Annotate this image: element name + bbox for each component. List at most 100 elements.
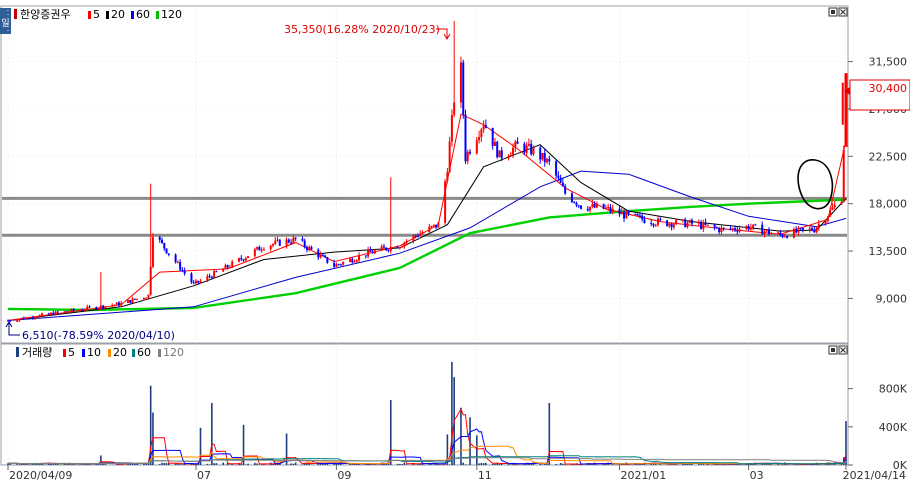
volume-bar	[465, 464, 467, 465]
volume-bar	[163, 463, 165, 465]
candle-body	[16, 321, 18, 322]
candle-body	[365, 255, 367, 256]
ma60-legend-swatch	[131, 11, 134, 19]
vol-ma5-legend-swatch	[63, 349, 66, 357]
candle-body	[354, 262, 356, 263]
candle-body	[739, 229, 741, 232]
candle-body	[628, 211, 630, 214]
candle-body	[752, 224, 754, 227]
candle-body	[705, 222, 707, 225]
candle-body	[286, 240, 288, 246]
candle-body	[605, 208, 607, 209]
chart-canvas: 일 한양증권우 5 20 60 120 거래량 5 10 20 60	[0, 0, 910, 483]
candle-body	[406, 241, 408, 243]
candle-body	[548, 159, 550, 161]
candle-body	[23, 318, 25, 319]
volume-bar	[499, 464, 501, 465]
volume-bar	[596, 464, 598, 465]
candle-body	[322, 255, 324, 256]
candle-body	[707, 225, 709, 226]
candle-body	[385, 248, 387, 251]
candle-body	[177, 262, 179, 263]
candle-body	[786, 236, 788, 237]
candle-body	[163, 243, 165, 249]
candle-body	[279, 240, 281, 246]
volume-bar	[700, 464, 702, 465]
candle-body	[100, 306, 102, 309]
candle-body	[736, 230, 738, 231]
candle-body	[777, 233, 779, 234]
candle-body	[70, 309, 72, 312]
ma5-legend-label: 5	[93, 8, 100, 21]
candle-body	[684, 219, 686, 227]
candle-body	[451, 115, 453, 142]
x-axis-label: 2021/04/14	[843, 469, 906, 482]
candle-body	[528, 144, 530, 146]
volume-bar	[399, 464, 401, 465]
candle-body	[209, 276, 211, 277]
volume-bar	[397, 464, 399, 465]
candle-body	[68, 312, 70, 313]
candle-body	[73, 309, 75, 311]
candle-body	[754, 224, 756, 225]
candle-body	[539, 147, 541, 159]
candle-body	[79, 310, 81, 311]
candle-body	[145, 298, 147, 299]
last-price-value: 30,400	[869, 82, 908, 95]
volume-bar	[66, 464, 68, 465]
candle-body	[401, 246, 403, 247]
candle-body	[555, 161, 557, 175]
volume-bar	[254, 463, 256, 465]
candle-body	[39, 315, 41, 317]
candle-body	[779, 233, 781, 235]
candle-body	[102, 306, 104, 309]
candle-body	[374, 250, 376, 253]
candle-body	[86, 307, 88, 310]
candle-body	[50, 313, 52, 314]
candle-body	[700, 223, 702, 229]
candle-body	[800, 228, 802, 229]
candle-body	[168, 253, 170, 254]
candle-body	[573, 202, 575, 203]
candle-body	[428, 227, 430, 232]
candle-body	[831, 207, 833, 210]
candle-body	[691, 220, 693, 224]
candle-body	[349, 259, 351, 262]
volume-bar	[295, 462, 297, 465]
candle-body	[840, 202, 842, 205]
candle-body	[25, 317, 27, 319]
volume-bar	[542, 464, 544, 465]
period-side-tab-label: 일	[1, 18, 9, 29]
candle-body	[668, 224, 670, 226]
candle-body	[270, 246, 272, 250]
candle-body	[258, 247, 260, 251]
candle-body	[444, 181, 446, 222]
x-axis-label: 2020/04/09	[9, 469, 72, 482]
candle-body	[367, 250, 369, 257]
candle-body	[508, 156, 510, 159]
candle-body	[745, 226, 747, 229]
candle-body	[9, 321, 11, 322]
candle-body	[421, 232, 423, 233]
candle-body	[612, 209, 614, 212]
volume-bar	[247, 464, 249, 465]
volume-bar	[510, 464, 512, 465]
ma120-legend-label: 120	[161, 8, 182, 21]
candle-body	[675, 220, 677, 224]
candle-body	[18, 319, 20, 321]
candle-body	[272, 244, 274, 246]
candle-body	[21, 318, 23, 319]
candle-body	[766, 230, 768, 232]
candle-body	[512, 148, 514, 155]
candle-body	[98, 308, 100, 309]
candle-body	[403, 243, 405, 247]
candle-body	[292, 238, 294, 243]
candle-body	[82, 310, 84, 311]
volume-bar	[175, 464, 177, 465]
candle-body	[351, 259, 353, 263]
candle-body	[134, 299, 136, 300]
candle-body	[381, 246, 383, 250]
candle-body	[136, 299, 138, 300]
candle-body	[682, 219, 684, 220]
candle-body	[729, 228, 731, 229]
